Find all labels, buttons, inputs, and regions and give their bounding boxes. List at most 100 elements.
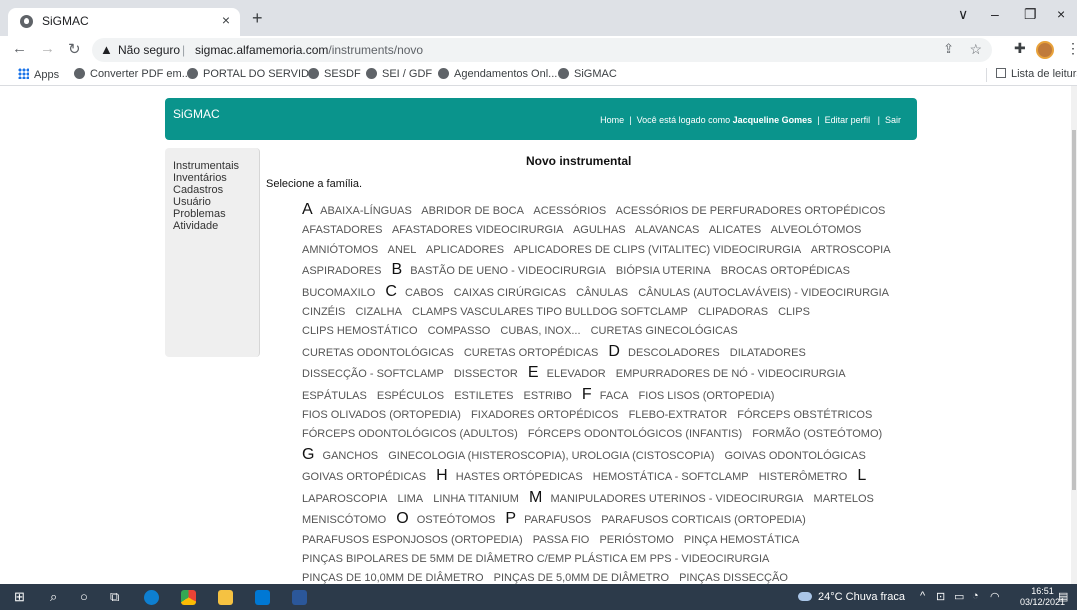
mail-icon[interactable] xyxy=(255,590,270,605)
family-link[interactable]: ALVEOLÓTOMOS xyxy=(771,224,862,236)
family-link[interactable]: CLIPADORAS xyxy=(698,306,768,318)
scrollbar[interactable] xyxy=(1071,86,1077,584)
address-bar[interactable]: ▲ Não seguro | sigmac.alfamemoria.com/in… xyxy=(92,38,992,62)
family-link[interactable]: CURETAS GINECOLÓGICAS xyxy=(591,325,738,337)
word-icon[interactable] xyxy=(292,590,307,605)
profile-avatar[interactable] xyxy=(1036,41,1054,59)
wifi-icon[interactable]: ◠ xyxy=(990,590,1000,603)
family-link[interactable]: LINHA TITANIUM xyxy=(433,493,519,505)
family-link[interactable]: LAPAROSCOPIA xyxy=(302,493,387,505)
family-link[interactable]: FIOS LISOS (ORTOPEDIA) xyxy=(639,390,775,402)
sidebar-item-problemas[interactable]: Problemas xyxy=(173,208,251,220)
file-explorer-icon[interactable] xyxy=(218,590,233,605)
family-link[interactable]: BIÓPSIA UTERINA xyxy=(616,265,711,277)
family-link[interactable]: ABRIDOR DE BOCA xyxy=(421,205,524,217)
sidebar-item-inventarios[interactable]: Inventários xyxy=(173,172,251,184)
windows-start-icon[interactable]: ⊞ xyxy=(14,589,25,605)
family-link[interactable]: CINZÉIS xyxy=(302,306,345,318)
family-link[interactable]: ALICATES xyxy=(709,224,761,236)
home-link[interactable]: Home xyxy=(600,115,624,125)
family-link[interactable]: FORMÃO (OSTEÓTOMO) xyxy=(752,428,882,440)
family-link[interactable]: GANCHOS xyxy=(323,450,379,462)
family-link[interactable]: ESTRIBO xyxy=(524,390,572,402)
family-link[interactable]: ASPIRADORES xyxy=(302,265,381,277)
family-link[interactable]: BROCAS ORTOPÉDICAS xyxy=(721,265,850,277)
family-link[interactable]: ESPÉCULOS xyxy=(377,390,444,402)
family-link[interactable]: EMPURRADORES DE NÓ - VIDEOCIRURGIA xyxy=(616,368,846,380)
family-link[interactable]: AMNIÓTOMOS xyxy=(302,244,378,256)
close-tab-icon[interactable]: × xyxy=(222,12,230,28)
family-link[interactable]: OSTEÓTOMOS xyxy=(417,514,496,526)
family-link[interactable]: CLIPS HEMOSTÁTICO xyxy=(302,325,418,337)
family-link[interactable]: GOIVAS ORTOPÉDICAS xyxy=(302,471,426,483)
browser-tab[interactable]: SiGMAC × xyxy=(8,8,240,36)
task-view-icon[interactable]: ⧉ xyxy=(110,589,119,605)
family-link[interactable]: LIMA xyxy=(397,493,423,505)
new-tab-button[interactable]: + xyxy=(252,8,263,29)
family-link[interactable]: FÓRCEPS ODONTOLÓGICOS (INFANTIS) xyxy=(528,428,742,440)
logout-link[interactable]: Sair xyxy=(885,115,901,125)
bookmark-item[interactable]: SiGMAC xyxy=(558,68,617,80)
family-link[interactable]: PERIÓSTOMO xyxy=(599,534,673,546)
family-link[interactable]: PINÇAS DE 10,0MM DE DIÂMETRO xyxy=(302,572,484,584)
bookmark-item[interactable]: SESDF xyxy=(308,68,361,80)
brand-link[interactable]: SiGMAC xyxy=(173,107,220,121)
minimize-button[interactable]: – xyxy=(991,6,999,22)
family-link[interactable]: CAIXAS CIRÚRGICAS xyxy=(454,287,566,299)
restore-button[interactable]: ❐ xyxy=(1024,6,1037,23)
extensions-puzzle-icon[interactable]: ✚ xyxy=(1014,40,1026,57)
bookmark-star-icon[interactable]: ☆ xyxy=(969,41,982,58)
family-link[interactable]: CLIPS xyxy=(778,306,810,318)
family-link[interactable]: ESPÁTULAS xyxy=(302,390,367,402)
chrome-icon[interactable] xyxy=(181,590,196,605)
family-link[interactable]: AGULHAS xyxy=(573,224,626,236)
family-link[interactable]: ESTILETES xyxy=(454,390,513,402)
bookmark-item[interactable]: Converter PDF em... xyxy=(74,68,191,80)
sidebar-item-usuario[interactable]: Usuário xyxy=(173,196,251,208)
family-link[interactable]: BUCOMAXILO xyxy=(302,287,375,299)
weather-widget[interactable]: 24°C Chuva fraca xyxy=(798,591,905,603)
family-link[interactable]: ACESSÓRIOS DE PERFURADORES ORTOPÉDICOS xyxy=(616,205,886,217)
share-icon[interactable]: ⇪ xyxy=(943,41,954,57)
family-link[interactable]: ARTROSCOPIA xyxy=(811,244,891,256)
bookmark-item[interactable]: Agendamentos Onl... xyxy=(438,68,557,80)
family-link[interactable]: PINÇA HEMOSTÁTICA xyxy=(684,534,800,546)
family-link[interactable]: CLAMPS VASCULARES TIPO BULLDOG SOFTCLAMP xyxy=(412,306,688,318)
sidebar-item-instrumentais[interactable]: Instrumentais xyxy=(173,160,251,172)
family-link[interactable]: PINÇAS DISSECÇÃO xyxy=(679,572,788,584)
family-link[interactable]: FÓRCEPS OBSTÉTRICOS xyxy=(737,409,872,421)
family-link[interactable]: ANEL xyxy=(388,244,417,256)
reload-icon[interactable]: ↻ xyxy=(68,40,81,58)
bookmark-item[interactable]: SEI / GDF xyxy=(366,68,432,80)
family-link[interactable]: DISSECTOR xyxy=(454,368,518,380)
family-link[interactable]: DESCOLADORES xyxy=(628,347,720,359)
family-link[interactable]: COMPASSO xyxy=(428,325,491,337)
bookmark-item[interactable]: PORTAL DO SERVID... xyxy=(187,68,318,80)
family-link[interactable]: PASSA FIO xyxy=(533,534,590,546)
family-link[interactable]: MENISCÓTOMO xyxy=(302,514,386,526)
battery-icon[interactable]: ▭ xyxy=(954,590,964,603)
family-link[interactable]: PARAFUSOS xyxy=(524,514,591,526)
family-link[interactable]: FLEBO-EXTRATOR xyxy=(629,409,728,421)
family-link[interactable]: FÓRCEPS ODONTOLÓGICOS (ADULTOS) xyxy=(302,428,518,440)
close-window-button[interactable]: × xyxy=(1057,6,1065,22)
family-link[interactable]: HEMOSTÁTICA - SOFTCLAMP xyxy=(593,471,749,483)
family-link[interactable]: PINÇAS BIPOLARES DE 5MM DE DIÂMETRO C/EM… xyxy=(302,553,769,565)
family-link[interactable]: PINÇAS DE 5,0MM DE DIÂMETRO xyxy=(494,572,669,584)
sidebar-item-cadastros[interactable]: Cadastros xyxy=(173,184,251,196)
forward-arrow-icon[interactable]: → xyxy=(40,40,55,57)
family-link[interactable]: CÂNULAS xyxy=(576,287,628,299)
notification-icon[interactable]: ▤ xyxy=(1058,590,1068,603)
family-link[interactable]: APLICADORES xyxy=(426,244,504,256)
search-icon[interactable]: ⌕ xyxy=(50,589,57,605)
family-link[interactable]: ABAIXA-LÍNGUAS xyxy=(320,205,412,217)
family-link[interactable]: HISTERÔMETRO xyxy=(759,471,848,483)
family-link[interactable]: MANIPULADORES UTERINOS - VIDEOCIRURGIA xyxy=(550,493,803,505)
scrollbar-thumb[interactable] xyxy=(1072,130,1076,490)
family-link[interactable]: CABOS xyxy=(405,287,444,299)
family-link[interactable]: CUBAS, INOX... xyxy=(500,325,580,337)
family-link[interactable]: HASTES ORTÓPEDICAS xyxy=(456,471,583,483)
family-link[interactable]: CURETAS ORTOPÉDICAS xyxy=(464,347,598,359)
tab-search-icon[interactable]: ∨ xyxy=(958,6,968,23)
family-link[interactable]: ACESSÓRIOS xyxy=(533,205,606,217)
